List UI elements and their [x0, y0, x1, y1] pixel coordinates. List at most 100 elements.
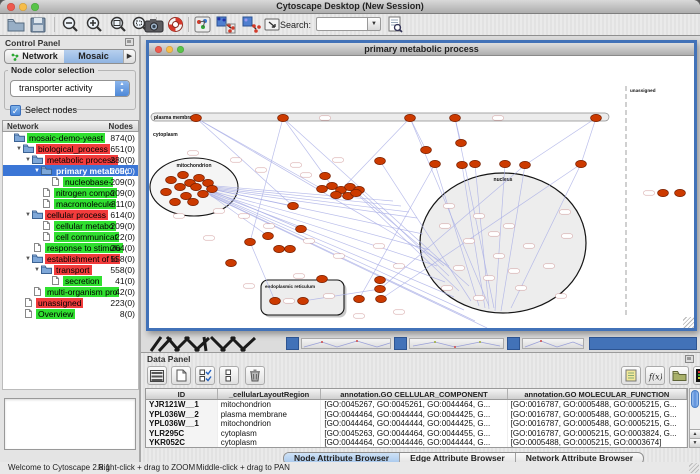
notes-icon[interactable]: [621, 366, 641, 385]
tab-mosaic[interactable]: Mosaic: [64, 50, 123, 63]
tab-network[interactable]: Network: [5, 50, 64, 63]
matrix-icon[interactable]: [693, 366, 700, 385]
network-node[interactable]: [170, 198, 181, 205]
network-node[interactable]: [270, 297, 281, 304]
help-icon[interactable]: [166, 15, 188, 34]
network-node[interactable]: [351, 189, 362, 196]
import-attributes-icon[interactable]: [669, 366, 689, 385]
background-window-fragment[interactable]: [589, 337, 697, 350]
unselect-all-attributes-icon[interactable]: [219, 366, 239, 385]
network-node[interactable]: [500, 160, 511, 167]
tree-item-cellular-metabo[interactable]: ▼cellular metabo209(0): [3, 220, 138, 231]
column-header-annotation-go-molecular-function[interactable]: annotation.GO MOLECULAR_FUNCTION: [508, 389, 687, 399]
network-node[interactable]: [166, 176, 177, 183]
background-window-fragment[interactable]: [522, 338, 584, 349]
network-node[interactable]: [457, 161, 468, 168]
network-node[interactable]: [376, 295, 387, 302]
background-window-fragment[interactable]: [301, 338, 391, 349]
tree-item-cellular-process[interactable]: ▼cellular process614(0): [3, 209, 138, 220]
network-node[interactable]: [375, 276, 386, 283]
network-node[interactable]: [375, 157, 386, 164]
column-header-annotation-go-cellular-component[interactable]: annotation.GO CELLULAR_COMPONENT: [321, 389, 507, 399]
node-color-dropdown[interactable]: transporter activity ▲▼: [10, 80, 130, 97]
expander-icon[interactable]: ▼: [24, 157, 32, 163]
network-node[interactable]: [591, 114, 602, 121]
network-node[interactable]: [245, 238, 256, 245]
open-icon[interactable]: [6, 15, 28, 34]
table-row-ylr295c[interactable]: YLR295Ccytoplasm[GO:0045263, GO:0044464,…: [146, 429, 687, 439]
network-graph[interactable]: plasma membranecytoplasmmitochondrionnuc…: [149, 56, 694, 328]
network-node[interactable]: [191, 114, 202, 121]
network-node[interactable]: [320, 172, 331, 179]
expander-icon[interactable]: ▼: [15, 146, 23, 152]
network-node[interactable]: [354, 295, 365, 302]
apply-layout-icon[interactable]: [215, 15, 237, 34]
network-node[interactable]: [317, 275, 328, 282]
apply-vizmap-icon[interactable]: [241, 15, 263, 34]
network-node[interactable]: [317, 185, 328, 192]
network-node[interactable]: [285, 245, 296, 252]
select-all-attributes-icon[interactable]: [195, 366, 215, 385]
network-node[interactable]: [207, 185, 218, 192]
search-dropdown-button[interactable]: ▼: [368, 17, 381, 31]
expander-icon[interactable]: ▼: [24, 212, 32, 218]
table-row-yjr121w-1[interactable]: YJR121W__1mitochondrion[GO:0045267, GO:0…: [146, 400, 687, 410]
expander-icon[interactable]: ▼: [33, 168, 41, 174]
zoom-out-icon[interactable]: [60, 15, 82, 34]
network-panel-icon[interactable]: [193, 15, 215, 34]
network-node[interactable]: [576, 160, 587, 167]
expander-icon[interactable]: ▼: [24, 256, 32, 262]
network-node[interactable]: [470, 160, 481, 167]
search-input[interactable]: [316, 17, 368, 31]
network-canvas[interactable]: plasma membranecytoplasmmitochondrionnuc…: [149, 56, 694, 328]
network-window-titlebar[interactable]: primary metabolic process: [149, 43, 694, 56]
float-panel-icon[interactable]: [685, 355, 694, 363]
tree-item-secretion[interactable]: ▼secretion41(0): [3, 275, 138, 286]
network-node[interactable]: [226, 259, 237, 266]
table-row-ypl036w-2[interactable]: YPL036W__2plasma membrane[GO:0044464, GO…: [146, 410, 687, 420]
more-tabs-button[interactable]: ▶: [123, 50, 135, 63]
network-node[interactable]: [194, 174, 205, 181]
scroll-down-icon[interactable]: ▼: [690, 438, 700, 447]
tree-item-metabolic-process[interactable]: ▼metabolic process280(0): [3, 154, 138, 165]
network-node[interactable]: [405, 114, 416, 121]
zoom-fit-icon[interactable]: [108, 15, 130, 34]
background-window-fragment[interactable]: [507, 337, 520, 350]
tree-item-primary-metabolic[interactable]: ▼primary metabolic209(0): [3, 165, 138, 176]
network-node[interactable]: [161, 188, 172, 195]
network-node[interactable]: [450, 114, 461, 121]
network-node[interactable]: [181, 192, 192, 199]
window-resize-grip[interactable]: [683, 317, 694, 328]
network-node[interactable]: [375, 285, 386, 292]
network-node[interactable]: [191, 183, 202, 190]
scrollbar-thumb[interactable]: [691, 390, 699, 408]
tree-item-nitrogen-compo[interactable]: ▼nitrogen compo209(0): [3, 187, 138, 198]
show-columns-icon[interactable]: [147, 366, 167, 385]
tree-item-nucleobase[interactable]: ▼nucleobase-209(0): [3, 176, 138, 187]
float-panel-icon[interactable]: [125, 38, 134, 46]
search-config-icon[interactable]: [386, 15, 408, 34]
network-node[interactable]: [278, 114, 289, 121]
new-attribute-icon[interactable]: [171, 366, 191, 385]
network-node[interactable]: [188, 198, 199, 205]
network-node[interactable]: [175, 183, 186, 190]
network-node[interactable]: [198, 190, 209, 197]
column-header-id[interactable]: ID: [146, 389, 218, 399]
network-node[interactable]: [263, 232, 274, 239]
tree-item-response-to-stimulu[interactable]: ▼response to stimulu264(0): [3, 242, 138, 253]
network-node[interactable]: [675, 189, 686, 196]
table-row-ykr052c[interactable]: YKR052Ccytoplasm[GO:0044464, GO:0044446,…: [146, 438, 687, 448]
tree-item-macromolecule[interactable]: ▼macromolecule311(0): [3, 198, 138, 209]
network-node[interactable]: [331, 191, 342, 198]
save-icon[interactable]: [29, 15, 51, 34]
network-node[interactable]: [288, 202, 299, 209]
network-node[interactable]: [298, 297, 309, 304]
tree-item-mosaic-demo-yeast[interactable]: ▼mosaic-demo-yeast874(0): [3, 132, 138, 143]
birds-eye-view[interactable]: [4, 398, 136, 450]
expander-icon[interactable]: ▼: [33, 267, 41, 273]
tree-item-cell-communicat[interactable]: ▼cell communicat22(0): [3, 231, 138, 242]
tree-item-overview[interactable]: ▼Overview8(0): [3, 308, 138, 319]
tree-item-transport[interactable]: ▼transport558(0): [3, 264, 138, 275]
attribute-table[interactable]: ID_cellularLayoutRegionannotation.GO CEL…: [145, 388, 688, 448]
table-scrollbar[interactable]: ▲ ▼: [689, 388, 700, 448]
